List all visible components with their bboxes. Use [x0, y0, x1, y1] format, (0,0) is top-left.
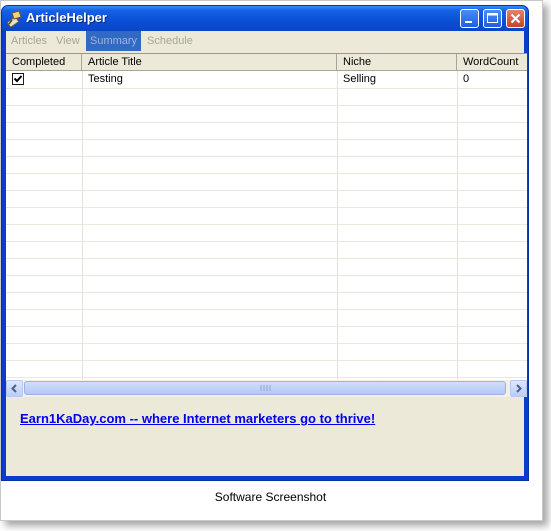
- app-window: ArticleHelper Articles View Summary Sche…: [1, 5, 529, 481]
- empty-table-row[interactable]: [6, 360, 527, 378]
- empty-table-row[interactable]: [6, 105, 527, 123]
- empty-table-row[interactable]: [6, 258, 527, 276]
- window-title: ArticleHelper: [26, 10, 107, 25]
- scroll-left-button[interactable]: [6, 380, 23, 397]
- empty-table-row[interactable]: [6, 309, 527, 327]
- screenshot-caption: Software Screenshot: [214, 490, 327, 504]
- wordcount-cell[interactable]: 0: [457, 71, 469, 88]
- scroll-grip-icon: [260, 385, 271, 391]
- earn1kaday-link[interactable]: Earn1KaDay.com -- where Internet markete…: [20, 411, 375, 426]
- maximize-icon: [487, 13, 498, 23]
- article-title-cell[interactable]: Testing: [82, 71, 123, 88]
- scroll-right-icon: [516, 384, 522, 393]
- empty-table-row[interactable]: [6, 122, 527, 140]
- niche-cell[interactable]: Selling: [337, 71, 376, 88]
- app-icon: [6, 10, 23, 29]
- empty-table-row[interactable]: [6, 207, 527, 225]
- grid-header: Completed Article Title Niche WordCount: [6, 54, 527, 71]
- empty-table-row[interactable]: [6, 241, 527, 259]
- menu-bar: Articles View Summary Schedule: [6, 31, 524, 51]
- scroll-right-button[interactable]: [510, 380, 527, 397]
- empty-table-row[interactable]: [6, 173, 527, 191]
- menu-item-schedule[interactable]: Schedule: [143, 31, 197, 51]
- menu-item-view[interactable]: View: [52, 31, 84, 51]
- checkmark-icon: [13, 75, 23, 83]
- menu-item-summary[interactable]: Summary: [86, 31, 142, 51]
- articles-grid[interactable]: Completed Article Title Niche WordCount …: [6, 53, 527, 380]
- title-bar[interactable]: ArticleHelper: [2, 6, 528, 31]
- window-client: Articles View Summary Schedule Completed…: [6, 31, 527, 476]
- minimize-button[interactable]: [460, 9, 479, 28]
- empty-table-row[interactable]: [6, 326, 527, 344]
- column-header-wordcount[interactable]: WordCount: [457, 54, 527, 70]
- empty-table-row[interactable]: [6, 88, 527, 106]
- scroll-thumb[interactable]: [24, 381, 506, 395]
- maximize-button[interactable]: [483, 9, 502, 28]
- completed-checkbox[interactable]: [12, 73, 24, 85]
- empty-table-row[interactable]: [6, 343, 527, 361]
- table-row[interactable]: Testing Selling 0: [6, 71, 527, 89]
- column-header-completed[interactable]: Completed: [6, 54, 82, 70]
- column-header-article-title[interactable]: Article Title: [82, 54, 337, 70]
- empty-table-row[interactable]: [6, 292, 527, 310]
- horizontal-scrollbar[interactable]: [6, 380, 527, 397]
- empty-table-row[interactable]: [6, 224, 527, 242]
- empty-table-row[interactable]: [6, 275, 527, 293]
- empty-table-row[interactable]: [6, 156, 527, 174]
- empty-table-row[interactable]: [6, 139, 527, 157]
- minimize-icon: [465, 21, 472, 23]
- column-header-niche[interactable]: Niche: [337, 54, 457, 70]
- menu-item-articles[interactable]: Articles: [7, 31, 51, 51]
- close-button[interactable]: [506, 9, 525, 28]
- scroll-left-icon: [11, 384, 17, 393]
- empty-table-row[interactable]: [6, 190, 527, 208]
- close-icon: [510, 13, 521, 24]
